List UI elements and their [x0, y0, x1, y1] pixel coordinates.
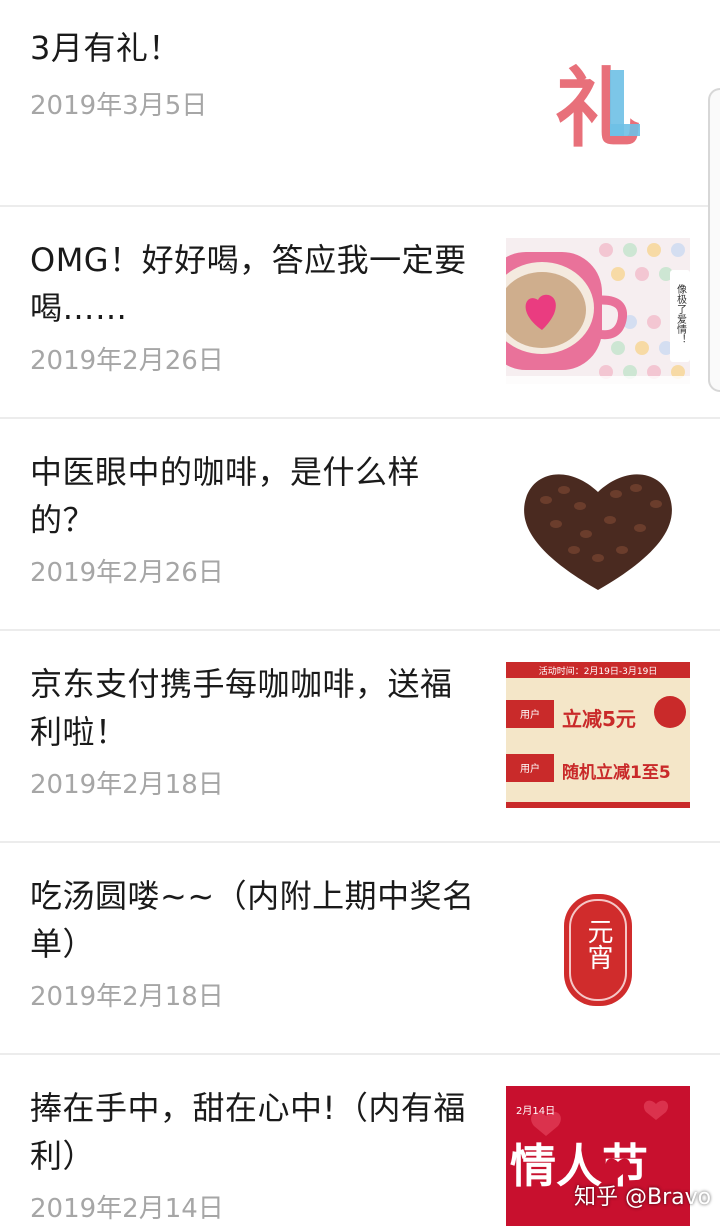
coffee-bean-heart-icon: [524, 474, 672, 590]
article-title: 中医眼中的咖啡，是什么样的？: [30, 453, 421, 539]
edge-scroll-handle[interactable]: [708, 88, 720, 392]
article-date: 2019年2月26日: [30, 346, 224, 376]
thumb-text: 元宵: [583, 918, 613, 970]
article-title: 吃汤圆喽~~（内附上期中奖名单）: [30, 877, 475, 963]
article-item[interactable]: OMG！好好喝，答应我一定要喝…… 2019年2月26日 像极了爱情！: [0, 207, 720, 417]
lantern-seal-icon: 元宵: [564, 894, 632, 1006]
promo-period: 活动时间：2月19日-3月19日: [539, 665, 658, 677]
promo-tag: 用户: [520, 762, 540, 775]
article-item[interactable]: 3月有礼！ 2019年3月5日 礼: [0, 0, 720, 206]
article-title: 3月有礼！: [30, 29, 181, 67]
article-item[interactable]: 中医眼中的咖啡，是什么样的？ 2019年2月26日: [0, 419, 720, 629]
article-thumbnail: 像极了爱情！: [506, 238, 690, 384]
thumb-date: 2月14日: [516, 1105, 555, 1117]
article-title: 捧在手中，甜在心中!（内有福利）: [30, 1089, 466, 1175]
promo-tag: 用户: [520, 708, 540, 721]
gift-char-icon: 礼: [555, 59, 641, 159]
promo-offer: 立减5元: [562, 707, 636, 731]
article-date: 2019年2月26日: [30, 558, 224, 588]
article-date: 2019年2月14日: [30, 1194, 224, 1224]
article-item[interactable]: 吃汤圆喽~~（内附上期中奖名单） 2019年2月18日 元宵: [0, 843, 720, 1053]
watermark: 知乎 @Bravo: [574, 1185, 712, 1210]
article-date: 2019年2月18日: [30, 770, 224, 800]
article-thumbnail: 元宵: [506, 874, 690, 1020]
article-date: 2019年3月5日: [30, 91, 208, 121]
promo-offer: 随机立减1至5: [562, 762, 671, 783]
article-title: 京东支付携手每咖咖啡，送福利啦！: [30, 665, 453, 751]
article-item[interactable]: 京东支付携手每咖咖啡，送福利啦！ 2019年2月18日 活动时间：2月19日-3…: [0, 631, 720, 841]
article-date: 2019年2月18日: [30, 982, 224, 1012]
coffee-cup-heart-icon: 像极了爱情！: [506, 238, 690, 384]
article-thumbnail: 活动时间：2月19日-3月19日 用户 立减5元 用户 随机立减1至5: [506, 662, 690, 808]
promo-banner-icon: 活动时间：2月19日-3月19日 用户 立减5元 用户 随机立减1至5: [506, 662, 690, 808]
thumb-text: 像极了爱情！: [675, 284, 687, 344]
article-thumbnail: 礼: [506, 40, 690, 186]
thumb-text: 礼: [555, 59, 641, 159]
article-title: OMG！好好喝，答应我一定要喝……: [30, 241, 467, 327]
article-thumbnail: [506, 450, 690, 596]
